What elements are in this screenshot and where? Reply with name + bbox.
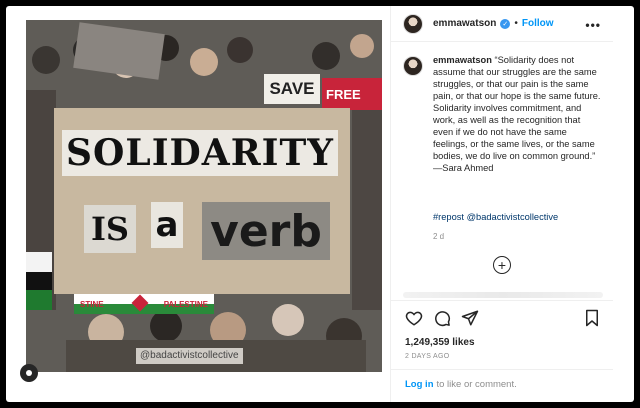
caption-time: 2 d — [433, 232, 445, 241]
author-username[interactable]: emmawatson — [433, 18, 496, 29]
caption-quote: “Solidarity does not assume that our str… — [433, 55, 601, 173]
post-header: emmawatson ✓ • Follow ••• — [391, 6, 613, 42]
sign-word-a: a — [151, 202, 183, 248]
caption-username[interactable]: emmawatson — [433, 55, 492, 65]
caption: emmawatson “Solidarity does not assume t… — [403, 54, 603, 174]
post-photo[interactable]: SAVE FREE SOLIDARITY IS a verb STINE PAL… — [26, 20, 382, 372]
free-sign: FREE — [322, 78, 382, 110]
like-count[interactable]: 1,249,359 likes — [405, 337, 475, 348]
save-sign: SAVE — [264, 74, 320, 104]
follow-button[interactable]: Follow — [522, 18, 554, 29]
post-actions: 1,249,359 likes 2 DAYS AGO Log in to lik… — [391, 300, 613, 400]
banner-triangle — [131, 294, 149, 312]
faded-comment-preview — [403, 292, 603, 298]
heart-icon[interactable] — [405, 309, 423, 327]
banner-text-left: STINE — [80, 299, 104, 309]
bookmark-icon[interactable] — [583, 309, 601, 327]
more-options-icon[interactable]: ••• — [585, 18, 601, 32]
banner-text-right: PALESTINE — [163, 299, 208, 309]
post-sidebar: emmawatson ✓ • Follow ••• emmawatson “So… — [390, 6, 613, 402]
comment-icon[interactable] — [433, 309, 451, 327]
login-prompt: Log in to like or comment. — [391, 369, 613, 399]
photo-watermark: @badactivistcollective — [136, 348, 243, 364]
palestine-banner: STINE PALESTINE — [74, 294, 214, 314]
login-link[interactable]: Log in — [405, 379, 434, 390]
author-avatar[interactable] — [403, 13, 423, 34]
login-text: to like or comment. — [436, 379, 517, 390]
caption-tags[interactable]: #repost @badactivistcollective — [433, 212, 558, 222]
user-profile-icon[interactable] — [20, 364, 38, 382]
post-window: SAVE FREE SOLIDARITY IS a verb STINE PAL… — [6, 6, 634, 402]
caption-avatar[interactable] — [403, 56, 423, 76]
caption-body: emmawatson “Solidarity does not assume t… — [433, 54, 603, 174]
sign-word-is: IS — [84, 205, 136, 253]
sign-word-verb: verb — [202, 202, 330, 260]
add-comment-icon[interactable]: + — [493, 256, 511, 274]
sign-word-solidarity: SOLIDARITY — [62, 130, 338, 176]
verified-badge-icon: ✓ — [500, 18, 511, 29]
post-age: 2 DAYS AGO — [405, 353, 450, 360]
separator-dot: • — [514, 18, 518, 29]
action-icons — [405, 309, 479, 327]
share-icon[interactable] — [461, 309, 479, 327]
